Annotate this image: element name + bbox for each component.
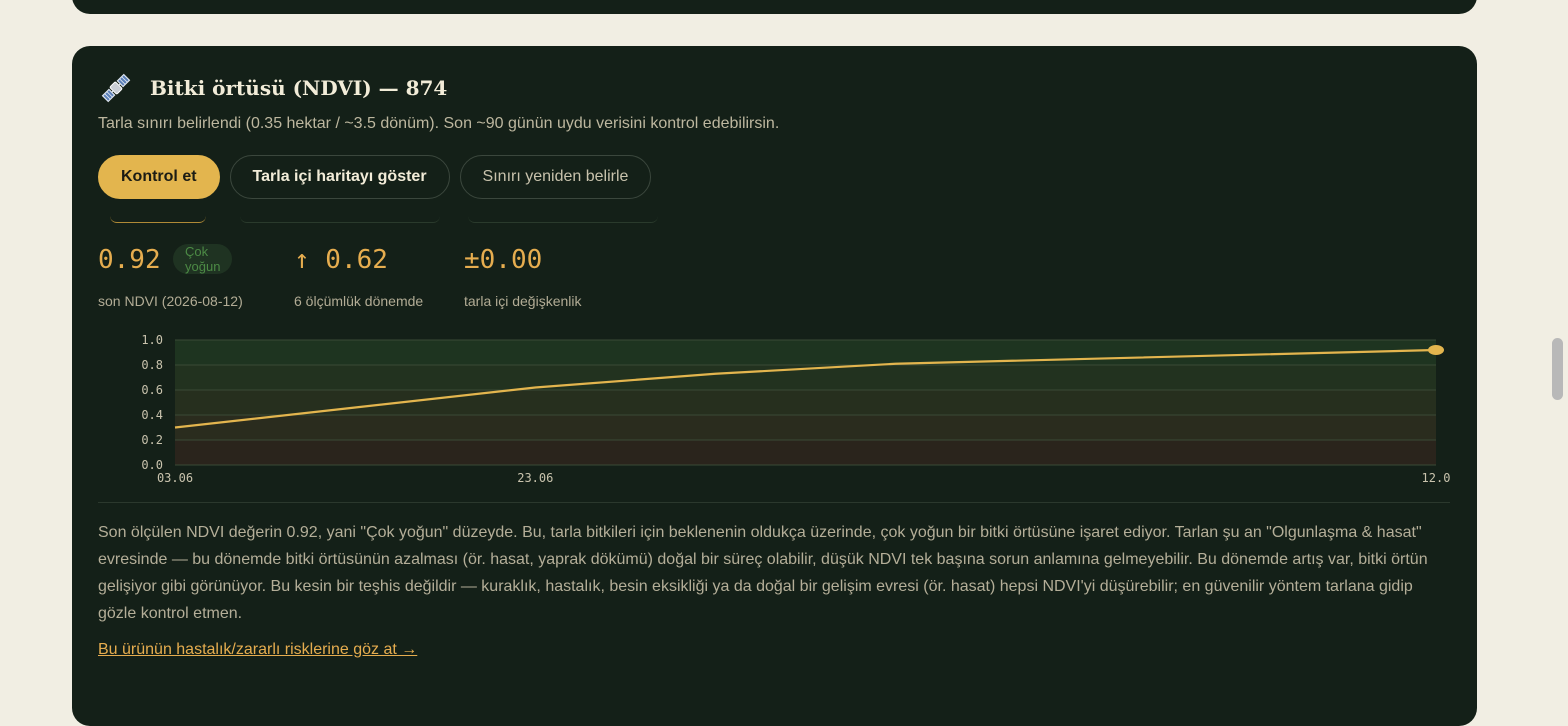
ndvi-line-chart: 1.0 0.8 0.6 0.4 0.2 0.003.06 23.06 12.0 (141, 333, 1451, 485)
ndvi-description: Son ölçülen NDVI değerin 0.92, yani "Çok… (98, 524, 1428, 622)
x-tick-label: 23.06 (517, 471, 553, 485)
last-point-marker (1428, 345, 1444, 355)
y-tick-label: 0.0 (141, 458, 163, 472)
chart-band (175, 415, 1436, 440)
y-tick-label: 1.0 (141, 333, 163, 347)
y-tick-label: 0.6 (141, 383, 163, 397)
y-tick-label: 0.4 (141, 408, 163, 422)
y-tick-label: 0.8 (141, 358, 163, 372)
disease-risk-link[interactable]: Bu ürünün hastalık/zararlı risklerine gö… (98, 641, 417, 659)
divider (98, 502, 1450, 503)
x-tick-label: 03.06 (157, 471, 193, 485)
chart-band (175, 440, 1436, 465)
ndvi-card: Bitki örtüsü (NDVI) — 874 Tarla sınırı b… (72, 46, 1477, 726)
chart-band (175, 340, 1436, 365)
previous-card (72, 0, 1477, 14)
scrollbar-thumb[interactable] (1552, 338, 1563, 400)
y-tick-label: 0.2 (141, 433, 163, 447)
x-tick-label: 12.0 (1422, 471, 1451, 485)
chart-band (175, 390, 1436, 415)
